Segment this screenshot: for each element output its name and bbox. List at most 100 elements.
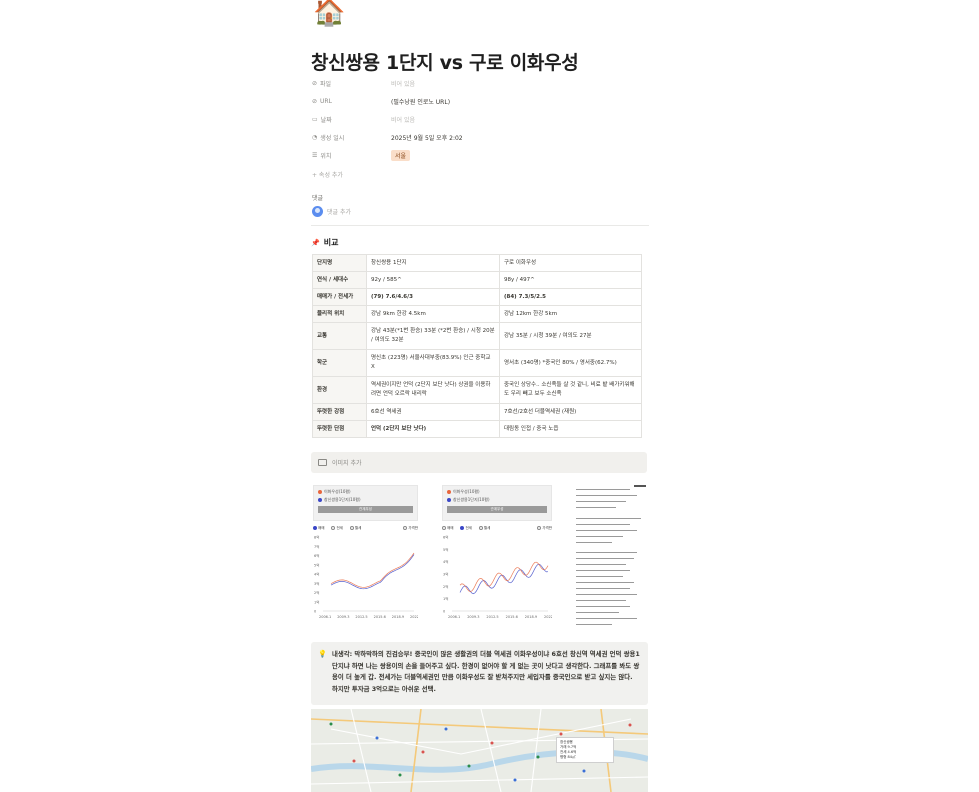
y-tick-label: 1억 — [314, 599, 319, 604]
map-station-marker[interactable] — [398, 773, 402, 777]
table-cell[interactable]: 7호선/2호선 더블역세권 (재원) — [499, 403, 642, 421]
notes-line — [576, 489, 646, 494]
notes-lines — [576, 489, 646, 629]
map-station-marker[interactable] — [559, 732, 563, 736]
property-location[interactable]: ☰ 위치 서울 — [311, 147, 649, 163]
comment-placeholder[interactable]: 댓글 추가 — [327, 207, 351, 216]
map-station-marker[interactable] — [536, 755, 540, 759]
chart-screenshot-1[interactable]: 이화우성(10평) 창신쌍용1단지(10평) 관계우성 매매 전세 월세 가격만… — [313, 485, 422, 625]
table-cell[interactable]: 영서초 (340명) *중국인 80% / 영서중(62.7%) — [499, 349, 642, 377]
property-created[interactable]: ◔ 생성 일시 2025년 9월 5일 오후 2:02 — [311, 129, 649, 145]
chart-button[interactable]: 관계우성 — [447, 506, 547, 513]
table-cell[interactable]: 구로 이화우성 — [499, 254, 642, 272]
property-date[interactable]: ▭ 날짜 비어 있음 — [311, 111, 649, 127]
table-row: 학군 명신초 (223명) 서울사대부중(83.9%) 인근 중학교 X 영서초 (… — [312, 349, 642, 377]
chart-legend-panel: 이화우성(10평) 창신쌍용1단지(10평) 관계우성 — [442, 485, 552, 521]
comparison-table: 단지명 창신쌍용 1단지 구로 이화우성 연식 / 세대수 92y / 585^ 98y… — [312, 254, 642, 438]
row-header: 단지명 — [312, 254, 367, 272]
row-header: 뚜렷한 단점 — [312, 420, 367, 438]
series-line — [330, 552, 415, 588]
table-cell[interactable]: 92y / 585^ — [366, 271, 500, 289]
image-icon — [318, 459, 327, 466]
legend-dot-a — [447, 490, 451, 494]
row-header: 매매가 / 전세가 — [312, 288, 367, 306]
pin-icon: 📌 — [311, 238, 320, 247]
add-property-button[interactable]: + 속성 추가 — [312, 170, 343, 179]
y-tick-label: 3억 — [443, 572, 448, 577]
house-icon[interactable]: 🏠 — [313, 0, 345, 26]
map-station-marker[interactable] — [582, 769, 586, 773]
table-row: 단지명 창신쌍용 1단지 구로 이화우성 — [312, 254, 642, 272]
add-image-button[interactable]: 이미지 추가 — [311, 452, 647, 473]
table-cell[interactable]: 중국인 상당수.. 소신족들 살 것 같니, 비료 밭 배가키워해도 우리 빼고… — [499, 376, 642, 404]
table-cell[interactable]: 창신쌍용 1단지 — [366, 254, 500, 272]
table-cell[interactable]: (79) 7.6/4.6/3 — [366, 288, 500, 306]
table-cell[interactable]: 역세권이지만 언덕 (2단지 보단 낫다) 상권을 이용하려면 언덕 오르락 내… — [366, 376, 500, 404]
table-cell[interactable]: 언덕 (2단지 보단 낫다) — [366, 420, 500, 438]
callout[interactable]: 💡 내생각: 막하막하의 진검승부! 중국인이 많은 생활권의 더블 역세권 이… — [311, 642, 648, 705]
location-tag[interactable]: 서울 — [391, 149, 411, 161]
callout-text[interactable]: 내생각: 막하막하의 진검승부! 중국인이 많은 생활권의 더블 역세권 이화우… — [332, 650, 640, 693]
chart-legend-panel: 이화우성(10평) 창신쌍용1단지(10평) 관계우성 — [313, 485, 418, 521]
notes-line — [576, 552, 646, 557]
legend-dot-b — [447, 498, 451, 502]
property-url[interactable]: ⊘ URL (필수낭원 인로노 URL) — [311, 93, 649, 109]
y-tick-label: 8억 — [314, 535, 319, 540]
map-station-marker[interactable] — [375, 736, 379, 740]
y-tick-label: 7억 — [314, 544, 319, 549]
property-value[interactable]: 비어 있음 — [391, 115, 415, 124]
table-row: 환경 역세권이지만 언덕 (2단지 보단 낫다) 상권을 이용하려면 언덕 오르락… — [312, 376, 642, 404]
series-line — [330, 554, 415, 590]
table-cell[interactable]: 6호선 역세권 — [366, 403, 500, 421]
property-file[interactable]: ⊘ 파일 비어 있음 — [311, 75, 649, 91]
notes-bar — [634, 485, 646, 487]
map-station-marker[interactable] — [513, 778, 517, 782]
notes-line — [576, 558, 646, 563]
notes-line — [576, 529, 646, 535]
map-embed[interactable]: 창신쌍용 거래 9.7억 전세 4.6억 평형 84㎡ — [311, 709, 648, 792]
table-cell[interactable]: 명신초 (223명) 서울사대부중(83.9%) 인근 중학교 X — [366, 349, 500, 377]
map-station-marker[interactable] — [467, 764, 471, 768]
table-cell[interactable]: 강남 12km 한강 5km — [499, 305, 642, 323]
table-cell[interactable]: (84) 7.3/5/2.5 — [499, 288, 642, 306]
x-tick-label: 2022.7 — [410, 615, 418, 619]
page-title[interactable]: 창신쌍용 1단지 vs 구로 이화우성 — [311, 48, 579, 75]
y-tick-label: 2억 — [443, 584, 448, 589]
table-cell[interactable]: 강남 9km 한강 4.5km — [366, 305, 500, 323]
x-tick-label: 2012.5 — [486, 615, 498, 619]
row-header: 연식 / 세대수 — [312, 271, 367, 289]
y-tick-label: 0 — [443, 610, 445, 614]
map-station-marker[interactable] — [421, 750, 425, 754]
map-popup[interactable]: 창신쌍용 거래 9.7억 전세 4.6억 평형 84㎡ — [556, 737, 614, 763]
paperclip-icon: ⊘ — [312, 79, 318, 87]
map-station-marker[interactable] — [628, 723, 632, 727]
table-cell[interactable]: 대림동 인접 / 중국 노읍 — [499, 420, 642, 438]
chart-button[interactable]: 관계우성 — [318, 506, 413, 513]
link-icon: ⊘ — [312, 97, 318, 105]
map-station-marker[interactable] — [329, 722, 333, 726]
map-station-marker[interactable] — [352, 759, 356, 763]
notes-line — [576, 594, 646, 599]
avatar — [312, 206, 323, 217]
table-cell[interactable]: 강남 43분(*1번 환승) 33분 (*2번 환승) / 시청 20분 / 여… — [366, 322, 500, 350]
y-tick-label: 3억 — [314, 581, 319, 586]
property-value[interactable]: 비어 있음 — [391, 79, 415, 88]
notes-line — [576, 495, 646, 500]
property-value[interactable]: (필수낭원 인로노 URL) — [391, 97, 450, 106]
table-cell[interactable]: 강남 35분 / 시청 39분 / 여의도 27분 — [499, 322, 642, 350]
y-tick-label: 1억 — [443, 596, 448, 601]
table-row: 연식 / 세대수 92y / 585^ 98y / 497^ — [312, 271, 642, 289]
map-station-marker[interactable] — [444, 727, 448, 731]
add-comment[interactable]: 댓글 추가 — [312, 206, 351, 217]
map-station-marker[interactable] — [490, 741, 494, 745]
section-heading: 📌 비교 — [311, 238, 339, 247]
property-label: ⊘ URL — [312, 97, 332, 105]
clock-icon: ◔ — [312, 133, 318, 141]
comments-label: 댓글 — [312, 195, 324, 202]
chart-screenshot-2[interactable]: 이화우성(10평) 창신쌍용1단지(10평) 관계우성 매매 전세 월세 가격만… — [442, 485, 556, 625]
y-tick-label: 0 — [314, 610, 316, 614]
table-row: 매매가 / 전세가 (79) 7.6/4.6/3 (84) 7.3/5/2.5 — [312, 288, 642, 306]
table-cell[interactable]: 98y / 497^ — [499, 271, 642, 289]
x-tick-label: 2009.3 — [467, 615, 479, 619]
y-tick-label: 6억 — [314, 553, 319, 558]
